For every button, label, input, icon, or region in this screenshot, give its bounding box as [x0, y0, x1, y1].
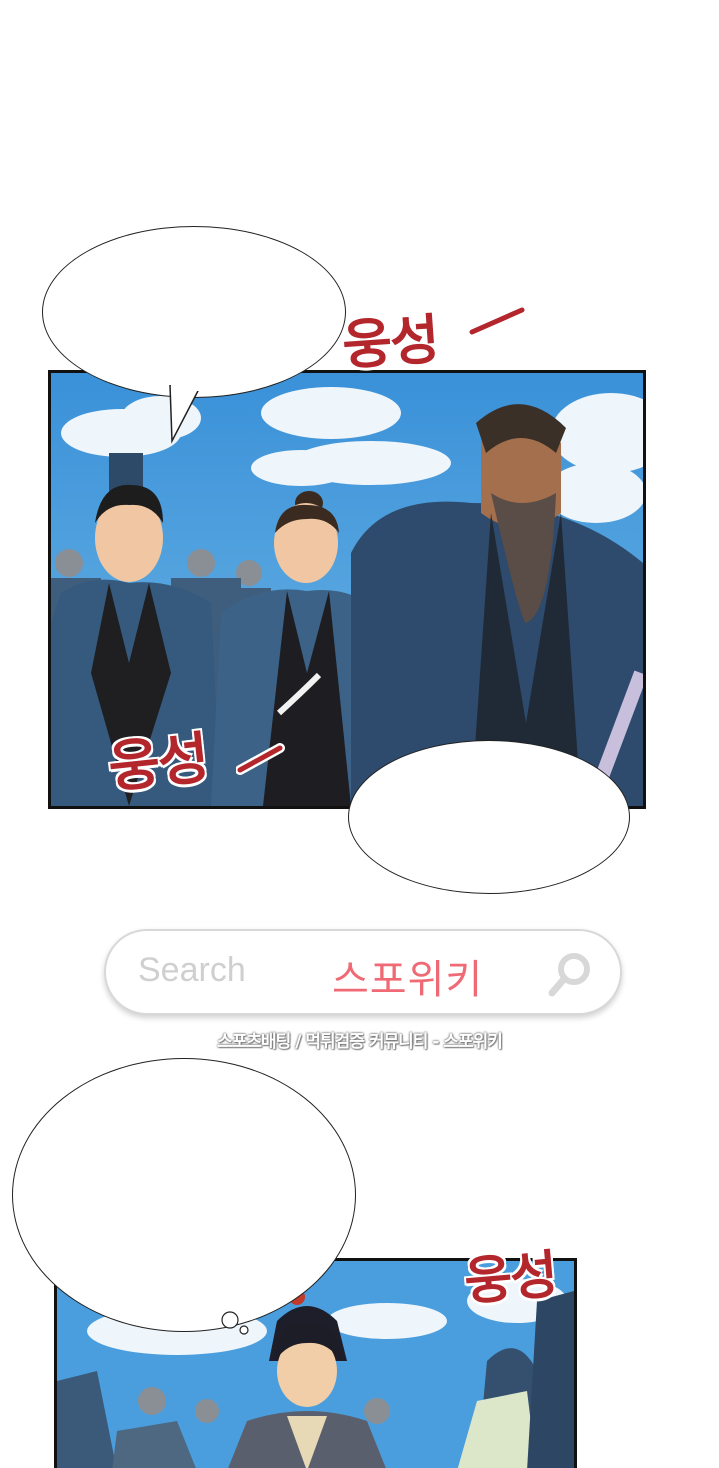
- sfx-dash: [236, 743, 285, 775]
- brand-name: 스포위키: [332, 957, 484, 1003]
- search-bar[interactable]: Search 스포위키: [104, 929, 622, 1015]
- search-icon[interactable]: [546, 949, 596, 999]
- speech-bubble-tail: [169, 385, 202, 444]
- sound-effect-text: 웅성: [462, 1245, 559, 1313]
- sound-effect-text: 웅성: [105, 725, 211, 801]
- search-placeholder: Search: [138, 951, 246, 989]
- sound-effect-text: 웅성: [340, 307, 440, 378]
- sfx-dash: [468, 305, 527, 337]
- speech-bubble: [12, 1058, 356, 1332]
- speech-bubble: [42, 226, 346, 398]
- speech-bubble: [348, 740, 630, 894]
- speech-bubble-tail: [221, 1311, 249, 1335]
- watermark-caption: 스포츠배팅 / 먹튀검증 커뮤니티 - 스포위키: [217, 1032, 503, 1052]
